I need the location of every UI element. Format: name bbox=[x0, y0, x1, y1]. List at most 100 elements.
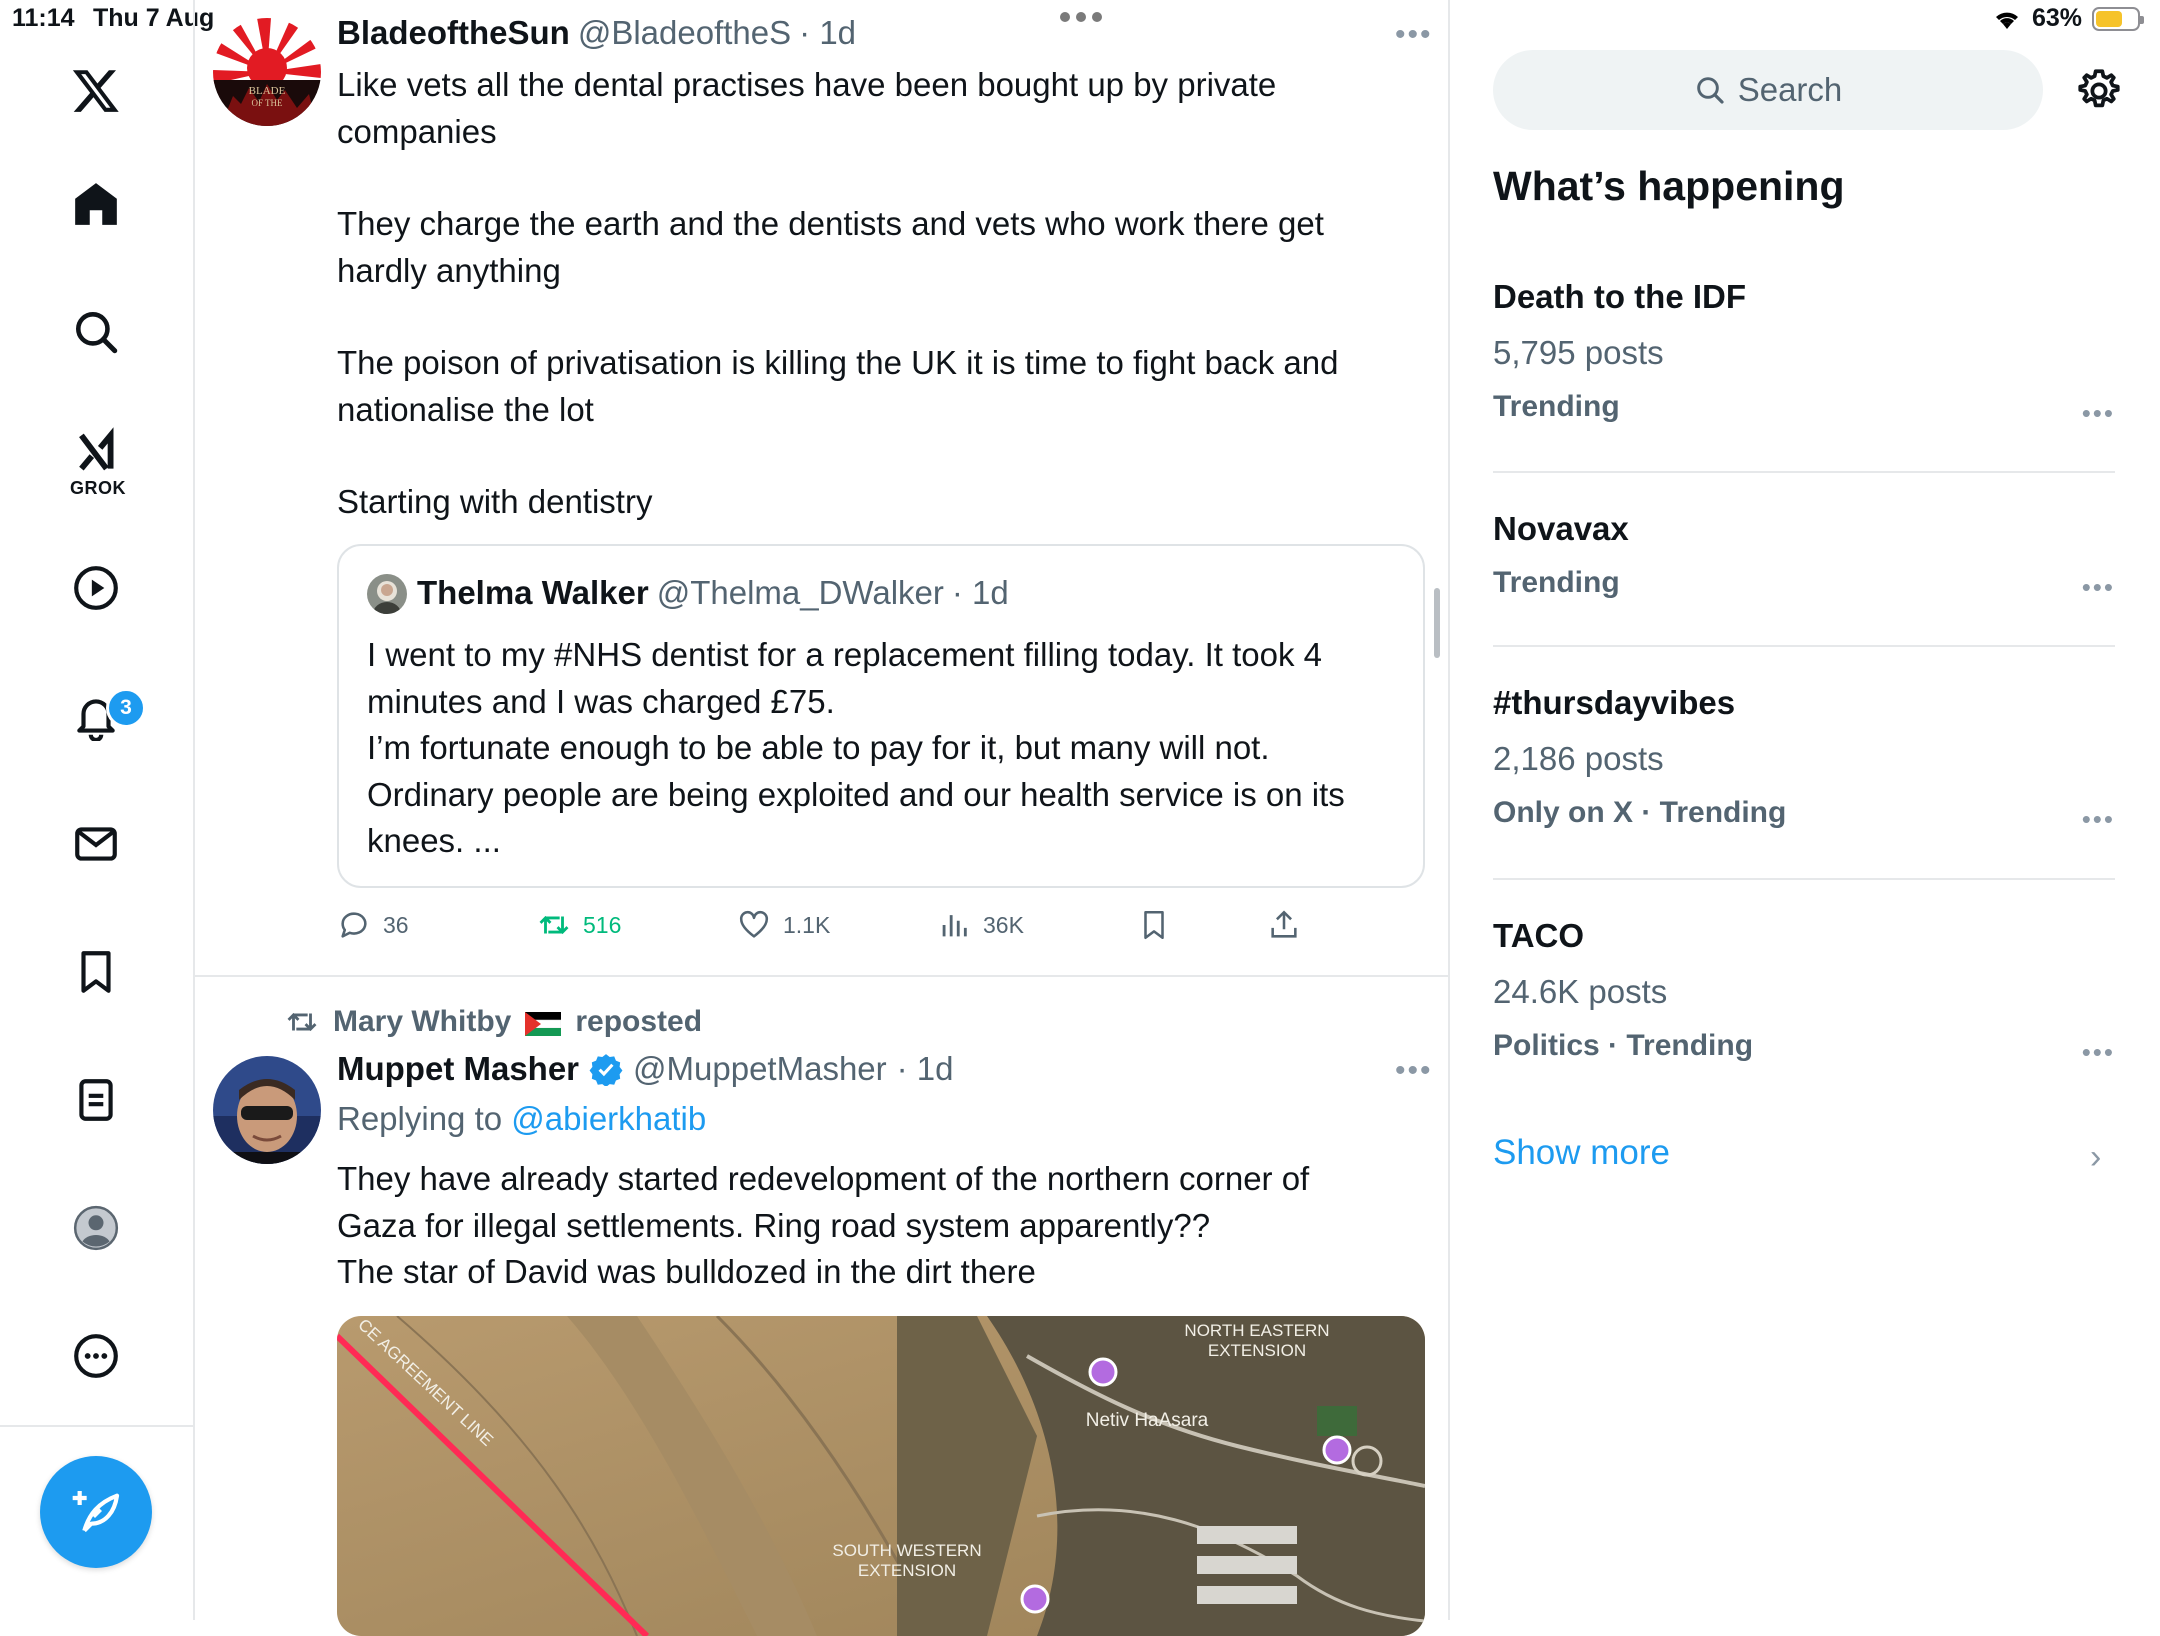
bookmark-button[interactable] bbox=[1137, 908, 1171, 942]
more-options-icon[interactable]: ••• bbox=[1395, 1054, 1433, 1088]
tweet-line: Like vets all the dental practises have … bbox=[337, 66, 1277, 103]
wifi-icon bbox=[1995, 12, 2018, 29]
more-icon[interactable] bbox=[56, 1316, 136, 1396]
svg-text:BLADE: BLADE bbox=[249, 85, 286, 97]
replying-to: Replying to @abierkhatib bbox=[337, 1100, 706, 1138]
trend-divider bbox=[1493, 645, 2115, 647]
bookmark-icon bbox=[1144, 910, 1164, 940]
battery-icon bbox=[2092, 6, 2144, 31]
search-icon[interactable] bbox=[56, 292, 136, 372]
x-logo-icon[interactable] bbox=[56, 50, 136, 130]
repost-icon bbox=[287, 1012, 317, 1032]
compose-icon bbox=[72, 1491, 120, 1533]
trend-more-icon[interactable]: ••• bbox=[2082, 572, 2115, 603]
quote-line: knees. ... bbox=[367, 822, 501, 859]
repost-icon bbox=[539, 915, 569, 935]
views-icon bbox=[942, 915, 967, 937]
share-button[interactable] bbox=[1267, 908, 1301, 942]
reposted-label: reposted bbox=[575, 1005, 703, 1038]
quote-line: minutes and I was charged £75. bbox=[367, 682, 835, 720]
timeline: BLADE OF THE BladeoftheSun @BladeoftheS … bbox=[195, 0, 1450, 1636]
trend-title: Novavax bbox=[1493, 510, 1629, 547]
show-more-link[interactable]: Show more bbox=[1493, 1133, 1670, 1173]
tweet-time[interactable]: · 1d bbox=[799, 14, 856, 52]
trend-item[interactable]: Novavax Trending ••• bbox=[1493, 510, 2115, 620]
trend-more-icon[interactable]: ••• bbox=[2082, 1037, 2115, 1068]
battery-percent: 63% bbox=[2031, 4, 2082, 32]
notification-badge: 3 bbox=[106, 688, 146, 728]
trend-title: TACO bbox=[1493, 917, 1585, 954]
bookmarks-icon[interactable] bbox=[56, 932, 136, 1012]
author-name[interactable]: Muppet Masher bbox=[337, 1050, 579, 1088]
tweet-line: The star of David was bulldozed in the d… bbox=[337, 1253, 1036, 1290]
trend-divider bbox=[1493, 878, 2115, 880]
map-label-sw: SOUTH WESTERN bbox=[832, 1541, 981, 1560]
author-handle[interactable]: @MuppetMasher bbox=[633, 1050, 887, 1088]
verified-badge-icon bbox=[589, 1054, 623, 1086]
reposter-name[interactable]: Mary Whitby bbox=[333, 1005, 511, 1039]
views-count: 36K bbox=[983, 911, 1024, 938]
status-right: 63% bbox=[1992, 4, 2144, 33]
quote-author-handle: @Thelma_DWalker bbox=[656, 574, 944, 611]
tweet-text: They have already started redevelopment … bbox=[337, 1156, 1427, 1296]
video-icon[interactable] bbox=[56, 548, 136, 628]
repost-button[interactable]: 516 bbox=[537, 908, 621, 942]
map-label-ne2: EXTENSION bbox=[1208, 1341, 1306, 1360]
scrollbar[interactable] bbox=[1434, 588, 1440, 658]
chevron-right-icon[interactable]: › bbox=[2090, 1138, 2101, 1177]
tweet-divider bbox=[195, 975, 1448, 977]
map-label-netiv: Netiv HaAsara bbox=[1086, 1410, 1209, 1431]
reply-count: 36 bbox=[383, 911, 409, 938]
repost-count: 516 bbox=[583, 911, 622, 938]
quoted-tweet[interactable]: Thelma Walker @Thelma_DWalker · 1d I wen… bbox=[337, 544, 1425, 888]
compose-button[interactable] bbox=[40, 1456, 152, 1568]
profile-icon[interactable] bbox=[56, 1188, 136, 1268]
trend-title: Death to the IDF bbox=[1493, 278, 1746, 315]
search-icon bbox=[1696, 77, 1724, 104]
avatar[interactable] bbox=[213, 1056, 321, 1164]
repost-context: Mary Whitby reposted bbox=[285, 1005, 702, 1039]
quote-time: · 1d bbox=[951, 574, 1009, 611]
like-button[interactable]: 1.1K bbox=[737, 908, 830, 942]
tweet-line: hardly anything bbox=[337, 251, 561, 289]
mention-link[interactable]: @abierkhatib bbox=[511, 1100, 706, 1137]
tweet-line: nationalise the lot bbox=[337, 390, 594, 428]
trend-more-icon[interactable]: ••• bbox=[2082, 398, 2115, 429]
messages-icon[interactable] bbox=[56, 804, 136, 884]
like-count: 1.1K bbox=[783, 911, 831, 938]
more-options-icon[interactable]: ••• bbox=[1395, 18, 1433, 52]
lists-icon[interactable] bbox=[56, 1060, 136, 1140]
map-label-ne: NORTH EASTERN bbox=[1184, 1321, 1329, 1340]
tweet-line: Gaza for illegal settlements. Ring road … bbox=[337, 1206, 1211, 1244]
settings-gear-icon[interactable] bbox=[2074, 66, 2124, 116]
quote-avatar bbox=[367, 574, 407, 614]
search-placeholder: Search bbox=[1737, 71, 1843, 108]
trend-meta: Trending bbox=[1493, 566, 1620, 599]
map-label-sw2: EXTENSION bbox=[858, 1561, 956, 1580]
views-button[interactable]: 36K bbox=[937, 908, 1024, 942]
tweet-line: Starting with dentistry bbox=[337, 483, 653, 520]
trend-item[interactable]: TACO 24.6K posts Politics · Trending ••• bbox=[1493, 917, 2115, 1077]
search-input[interactable]: Search bbox=[1493, 50, 2043, 130]
trend-posts: 5,795 posts bbox=[1493, 334, 1664, 371]
like-icon bbox=[739, 910, 769, 938]
trend-posts: 24.6K posts bbox=[1493, 973, 1668, 1010]
author-name[interactable]: BladeoftheSun bbox=[337, 14, 570, 52]
trend-title: #thursdayvibes bbox=[1493, 684, 1736, 721]
avatar[interactable]: BLADE OF THE bbox=[213, 18, 321, 126]
trend-item[interactable]: Death to the IDF 5,795 posts Trending ••… bbox=[1493, 278, 2115, 438]
reply-button[interactable]: 36 bbox=[337, 908, 409, 942]
trend-more-icon[interactable]: ••• bbox=[2082, 804, 2115, 835]
left-navigation: GROK 3 bbox=[0, 0, 195, 1620]
reply-icon bbox=[341, 912, 367, 938]
trend-meta: Politics · Trending bbox=[1493, 1029, 1754, 1062]
share-icon bbox=[1271, 910, 1297, 938]
author-handle[interactable]: @BladeoftheS bbox=[578, 14, 791, 52]
tweet-time[interactable]: · 1d bbox=[897, 1050, 954, 1088]
tweet-text: Like vets all the dental practises have … bbox=[337, 62, 1427, 526]
home-icon[interactable] bbox=[56, 164, 136, 244]
quote-line: I’m fortunate enough to be able to pay f… bbox=[367, 729, 1270, 766]
whats-happening-heading: What’s happening bbox=[1493, 163, 1845, 209]
trend-item[interactable]: #thursdayvibes 2,186 posts Only on X · T… bbox=[1493, 684, 2115, 844]
tweet-image-map[interactable]: NORTH EASTERN EXTENSION Netiv HaAsara SO… bbox=[337, 1316, 1425, 1636]
